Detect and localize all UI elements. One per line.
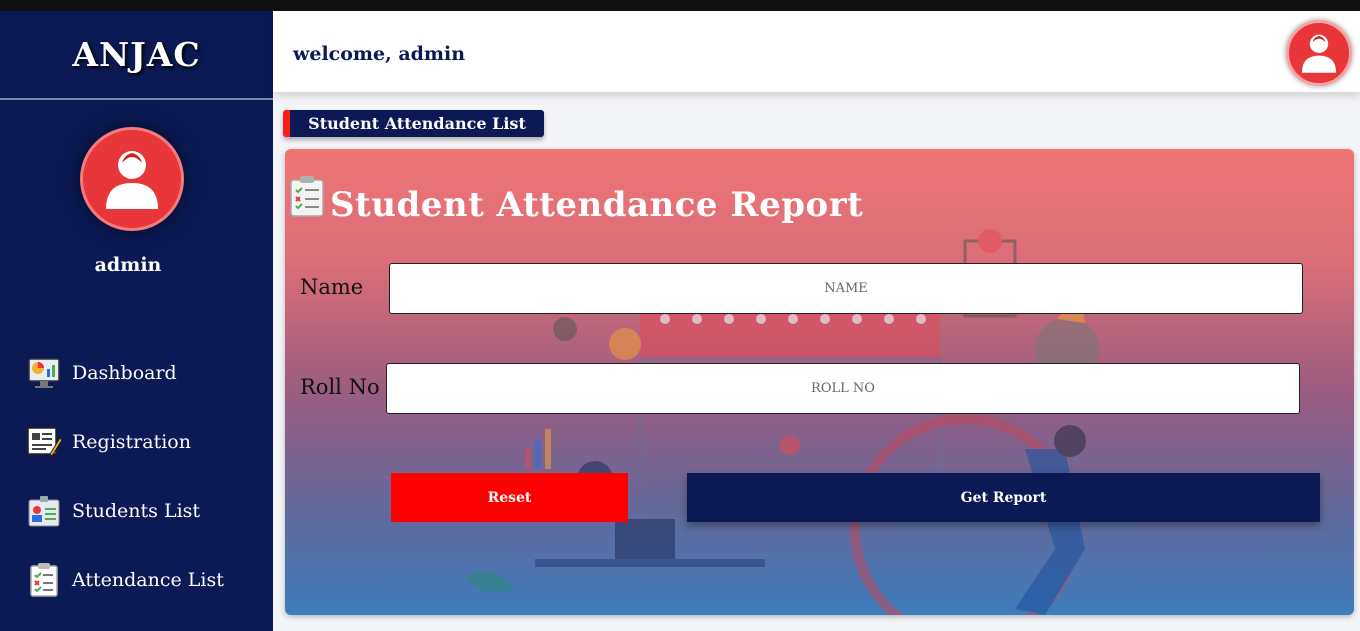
registration-icon: [26, 425, 62, 459]
get-report-button[interactable]: Get Report: [687, 473, 1320, 522]
report-title: Student Attendance Report: [330, 185, 864, 225]
name-input[interactable]: [389, 263, 1303, 314]
dashboard-icon: [26, 356, 62, 390]
sidebar-item-registration[interactable]: Registration: [26, 422, 191, 462]
browser-bookmarks-strip: [0, 0, 1360, 11]
attendance-list-icon: [26, 563, 62, 597]
sidebar-item-dashboard[interactable]: Dashboard: [26, 353, 177, 393]
user-avatar-icon[interactable]: [1286, 20, 1352, 86]
sidebar-user-avatar-icon: [80, 127, 184, 231]
clipboard-icon: [290, 176, 324, 217]
students-list-icon: [26, 494, 62, 528]
sidebar-item-attendance-list-label: Attendance List: [72, 569, 224, 591]
attendance-report-card: Student Attendance Report Name Roll No R…: [285, 149, 1354, 615]
sidebar-item-students-list-label: Students List: [72, 500, 201, 522]
name-label: Name: [300, 275, 364, 299]
top-header: welcome, admin: [273, 11, 1360, 92]
reset-button[interactable]: Reset: [391, 473, 628, 522]
rollno-label: Roll No: [300, 375, 380, 399]
breadcrumb: Student Attendance List: [283, 110, 544, 137]
sidebar-item-attendance-list[interactable]: Attendance List: [26, 560, 224, 600]
sidebar-item-dashboard-label: Dashboard: [72, 362, 177, 384]
sidebar-item-registration-label: Registration: [72, 431, 191, 453]
sidebar-item-students-list[interactable]: Students List: [26, 491, 200, 531]
brand-logo-text: ANJAC: [0, 11, 273, 100]
rollno-input[interactable]: [386, 363, 1300, 414]
sidebar: ANJAC admin Dashboard Registration Stude…: [0, 11, 273, 631]
welcome-text: welcome, admin: [293, 43, 466, 65]
sidebar-user-name: admin: [94, 254, 162, 276]
